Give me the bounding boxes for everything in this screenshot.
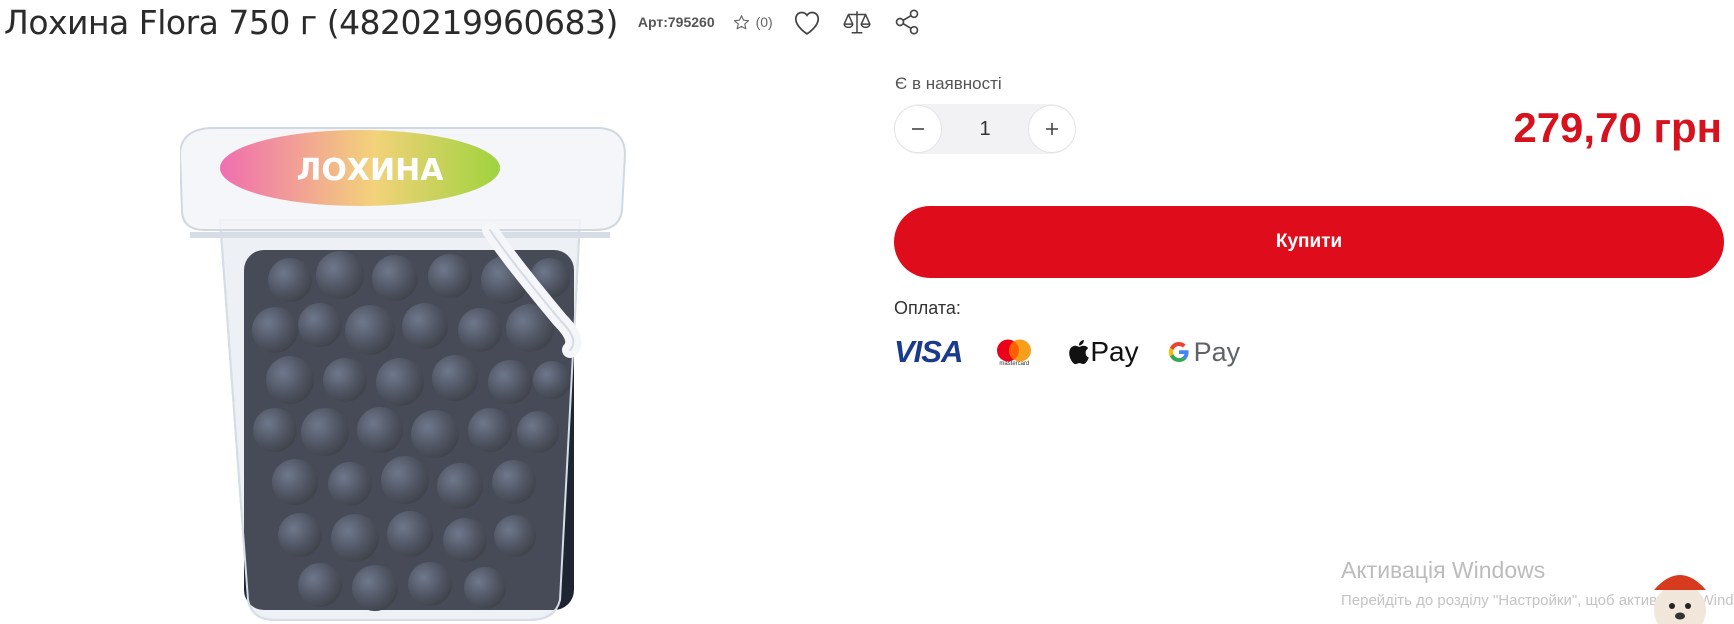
quantity-value[interactable]: 1 xyxy=(979,118,990,141)
share-button[interactable] xyxy=(891,6,923,38)
plus-icon xyxy=(1046,123,1058,135)
compare-scales-icon xyxy=(843,11,871,34)
apple-pay-logo: Pay xyxy=(1066,336,1139,368)
visa-logo: VISA xyxy=(894,334,963,369)
avatar[interactable] xyxy=(1640,560,1720,624)
minus-icon xyxy=(912,128,924,130)
product-sku: Арт:795260 xyxy=(637,14,715,30)
rating[interactable]: (0) xyxy=(733,14,773,31)
star-icon xyxy=(733,14,749,29)
payment-label: Оплата: xyxy=(894,298,961,318)
decrease-quantity-button[interactable] xyxy=(894,105,942,153)
title-row: Лохина Flora 750 г (4820219960683) Арт:7… xyxy=(4,0,923,44)
product-image: ЛОХИНА xyxy=(180,127,627,621)
compare-button[interactable] xyxy=(841,6,873,38)
mastercard-text: mastercard xyxy=(999,360,1030,367)
apple-pay-text: Pay xyxy=(1090,336,1139,367)
apple-icon xyxy=(1069,340,1090,365)
google-pay-text: Pay xyxy=(1193,336,1241,367)
google-g-icon xyxy=(1168,341,1189,363)
google-pay-logo: Pay xyxy=(1167,336,1241,368)
product-price: 279,70 грн xyxy=(1513,104,1722,151)
windows-activation-title: Активація Windows xyxy=(1341,557,1546,583)
payment-methods: VISA mastercard Pay Pay xyxy=(894,332,1240,372)
buy-button[interactable]: Купити xyxy=(894,206,1724,278)
mastercard-circles-icon xyxy=(997,339,1032,361)
mastercard-logo: mastercard xyxy=(994,338,1034,367)
image-label: ЛОХИНА xyxy=(297,153,445,188)
heart-icon xyxy=(794,11,819,35)
increase-quantity-button[interactable] xyxy=(1028,105,1076,153)
favorite-button[interactable] xyxy=(791,6,823,38)
product-title: Лохина Flora 750 г (4820219960683) xyxy=(4,2,618,42)
rating-count: (0) xyxy=(755,14,773,30)
share-icon xyxy=(895,9,919,35)
stock-status: Є в наявності xyxy=(895,74,1002,93)
quantity-stepper: 1 xyxy=(894,104,1076,154)
